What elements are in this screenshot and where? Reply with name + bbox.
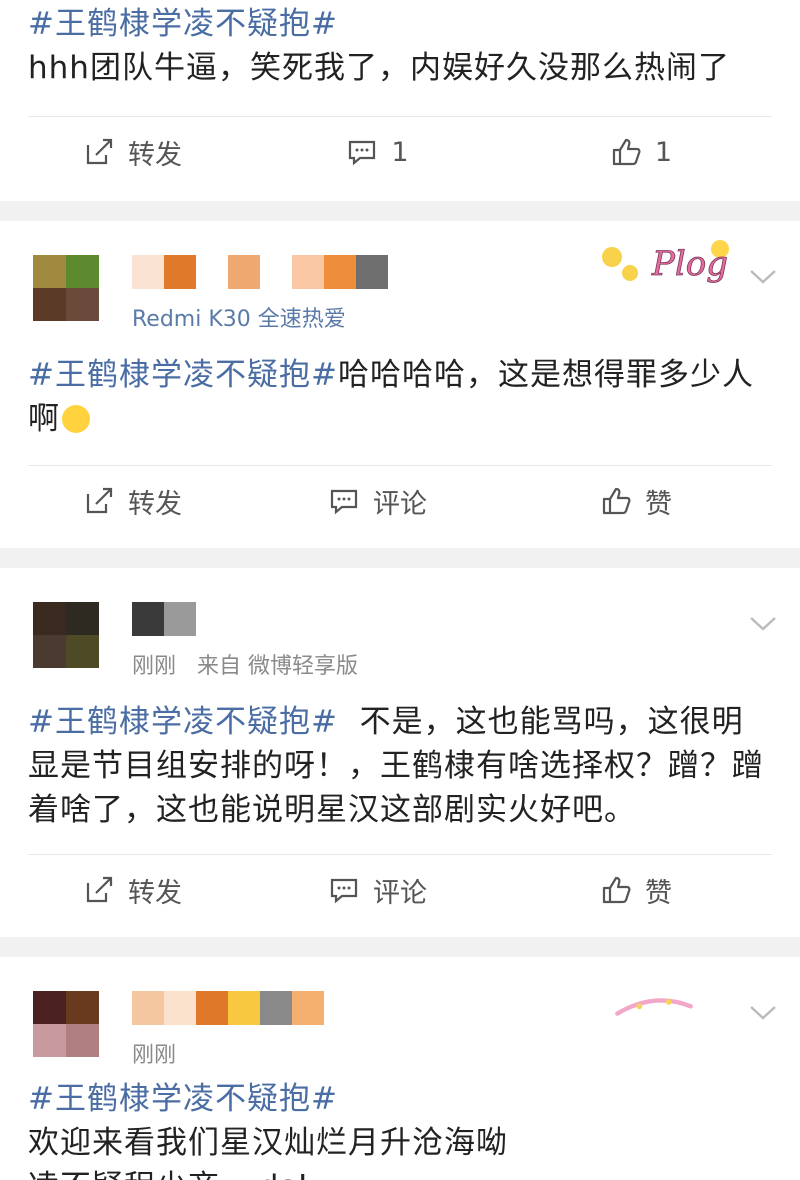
post-4-body: #王鹤棣学凌不疑抱# 欢迎来看我们星汉灿烂月升沧海呦 凌不疑程少商yyds! [0, 1077, 800, 1180]
post-4: 刚刚 #王鹤棣学凌不疑抱# 欢迎来看我们星汉灿烂月升沧海呦 凌不疑程少商yyds… [0, 957, 800, 1180]
share-icon [86, 138, 113, 165]
share-icon [86, 487, 113, 514]
post-3: 刚刚 来自 微博轻享版 #王鹤棣学凌不疑抱# 不是，这也能骂吗，这很明显是节目组… [0, 568, 800, 937]
comment-label: 评论 [373, 488, 427, 520]
comment-icon [349, 140, 376, 166]
comment-label: 评论 [373, 877, 427, 909]
post-3-body: #王鹤棣学凌不疑抱# 不是，这也能骂吗，这很明显是节目组安排的呀！，王鹤棣有啥选… [0, 700, 800, 832]
repost-label: 转发 [128, 488, 182, 520]
post-time: 刚刚 [132, 1043, 177, 1068]
comment-icon [330, 489, 358, 515]
thumbs-up-icon [612, 138, 641, 166]
repost-label: 转发 [128, 139, 182, 171]
comment-button[interactable]: 1 [280, 137, 476, 168]
repost-button[interactable]: 转发 [28, 871, 280, 910]
post-4-text-line1: 欢迎来看我们星汉灿烂月升沧海呦 [28, 1125, 508, 1161]
like-count: 1 [654, 136, 672, 168]
post-time: 刚刚 [132, 654, 177, 679]
plog-sticker-icon: Plog [602, 240, 729, 284]
from-label: 来自 [197, 654, 242, 679]
repost-label: 转发 [128, 877, 182, 909]
share-icon [86, 876, 113, 903]
hashtag-link[interactable]: #王鹤棣学凌不疑抱# [28, 704, 338, 740]
post-1-body: #王鹤棣学凌不疑抱# hhh团队牛逼，笑死我了，内娱好久没那么热闹了 [0, 2, 800, 90]
comment-button[interactable]: 评论 [280, 871, 476, 910]
post-1-actions: 转发 1 1 [28, 116, 772, 187]
post-1-text: hhh团队牛逼，笑死我了，内娱好久没那么热闹了 [28, 50, 730, 86]
like-button[interactable]: 赞 [476, 482, 772, 521]
source-app: 微博轻享版 [248, 654, 359, 679]
plog-label: Plog [651, 244, 728, 284]
post-2-actions: 转发 评论 赞 [28, 465, 772, 536]
comment-count: 1 [391, 136, 409, 168]
like-label: 赞 [645, 488, 672, 520]
hashtag-link[interactable]: #王鹤棣学凌不疑抱# [28, 6, 338, 42]
username-blurred[interactable] [132, 602, 196, 636]
post-2-body: #王鹤棣学凌不疑抱#哈哈哈哈，这是想得罪多少人啊 [0, 353, 800, 441]
avatar[interactable] [33, 255, 99, 321]
like-button[interactable]: 赞 [476, 871, 772, 910]
hashtag-link[interactable]: #王鹤棣学凌不疑抱# [28, 1081, 338, 1117]
repost-button[interactable]: 转发 [28, 482, 280, 521]
comment-icon [330, 878, 358, 904]
username-blurred[interactable] [132, 991, 324, 1025]
post-3-actions: 转发 评论 赞 [28, 854, 772, 925]
post-4-text-line2: 凌不疑程少商yyds! [28, 1165, 772, 1180]
laughing-emoji-icon [62, 405, 90, 433]
avatar[interactable] [33, 991, 99, 1057]
post-meta: 刚刚 [132, 1037, 176, 1069]
chevron-down-icon[interactable] [748, 261, 778, 291]
chevron-down-icon[interactable] [748, 997, 778, 1027]
username-blurred[interactable] [132, 255, 388, 289]
repost-button[interactable]: 转发 [28, 133, 280, 172]
sparkle-sticker-icon [615, 998, 693, 1016]
post-meta: Redmi K30 全速热爱 [132, 301, 346, 333]
weibo-feed: #王鹤棣学凌不疑抱# hhh团队牛逼，笑死我了，内娱好久没那么热闹了 转发 1 … [0, 0, 800, 1180]
comment-button[interactable]: 评论 [280, 482, 476, 521]
chevron-down-icon[interactable] [748, 608, 778, 638]
post-1: #王鹤棣学凌不疑抱# hhh团队牛逼，笑死我了，内娱好久没那么热闹了 转发 1 … [0, 0, 800, 201]
thumbs-up-icon [602, 876, 631, 904]
source-device: Redmi K30 全速热爱 [132, 307, 346, 332]
post-2: Redmi K30 全速热爱 Plog #王鹤棣学凌不疑抱#哈哈哈哈，这是想得罪… [0, 221, 800, 548]
thumbs-up-icon [602, 487, 631, 515]
post-meta: 刚刚 来自 微博轻享版 [132, 648, 358, 680]
like-button[interactable]: 1 [476, 137, 772, 168]
hashtag-link[interactable]: #王鹤棣学凌不疑抱# [28, 357, 338, 393]
avatar[interactable] [33, 602, 99, 668]
like-label: 赞 [645, 877, 672, 909]
